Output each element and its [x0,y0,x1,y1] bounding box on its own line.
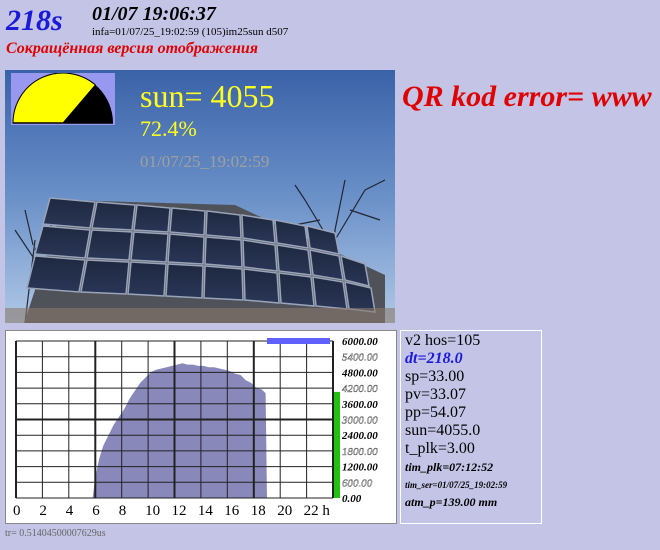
y-tick-label: 1200.00 [342,462,378,474]
x-tick-label: 14 [198,503,214,519]
y-tick-label: 4800.00 [341,367,378,379]
stat-tim-plk: tim_plk=07:12:52 [405,460,494,474]
x-tick-label: 10 [145,503,160,519]
y-tick-label: 3600.00 [341,399,378,411]
sun-chart: 6000.00 5400.00 4800.00 4200.00 3600.00 3000.… [5,330,397,524]
x-tick-label: 16 [224,503,240,519]
x-tick-label: 2 [39,503,47,519]
elapsed-time: 218s [6,4,63,37]
stat-t-plk: t_plk=3.00 [405,440,475,457]
y-tick-label: 2400.00 [341,430,378,442]
stat-dt: dt=218.0 [405,350,463,367]
y-tick-label: 4200.00 [342,383,378,395]
stat-pp: pp=54.07 [405,404,467,421]
stat-hos: v2 hos=105 [405,332,481,349]
qr-error-message: QR kod error= www [402,80,652,113]
info-line: infa=01/07/25_19:02:59 (105)im25sun d507 [92,26,289,38]
display-mode-label: Сокращённая версия отображения [6,40,258,57]
photo-timestamp: 01/07/25_19:02:59 [140,152,270,171]
stat-pv: pv=33.07 [405,386,467,403]
x-tick-label: 18 [251,503,266,519]
sun-value: sun= 4055 [140,78,275,114]
x-tick-label: 12 [172,503,187,519]
stat-sun: sun=4055.0 [405,422,481,439]
y-tick-label: 600.00 [342,477,373,489]
x-tick-label: 8 [119,503,127,519]
x-tick-label: 0 [13,503,21,519]
x-tick-label: 6 [92,503,100,519]
current-value-bar [334,391,340,498]
current-datetime: 01/07 19:06:37 [92,3,216,25]
solar-panel-photo: sun= 4055 72.4% 01/07/25_19:02:59 [5,70,395,323]
sun-percent: 72.4% [140,116,197,141]
footer-timing: tr= 0.51404500007629us [5,528,106,539]
x-tick-label: 22 h [304,503,331,519]
y-tick-label: 5400.00 [342,352,378,364]
y-tick-label: 0.00 [342,493,362,505]
series-area-0 [92,363,267,498]
stat-sp: sp=33.00 [405,368,465,385]
sun-chart-svg: 6000.005400.004800.004200.003600.003000.… [13,336,378,519]
stats-panel: v2 hos=105 dt=218.0 sp=33.00 pv=33.07 pp… [400,330,542,524]
stat-atm-p: atm_p=139.00 mm [405,495,498,509]
sun-gauge-icon [11,73,115,125]
y-tick-label: 6000.00 [342,336,378,348]
stat-tim-ser: tim_ser=01/07/25_19:02:59 [405,480,508,490]
x-tick-label: 20 [277,503,292,519]
x-tick-label: 4 [66,503,74,519]
y-tick-label: 3000.00 [341,415,378,427]
y-tick-label: 1800.00 [342,446,378,458]
top-marker-bar [266,338,330,344]
